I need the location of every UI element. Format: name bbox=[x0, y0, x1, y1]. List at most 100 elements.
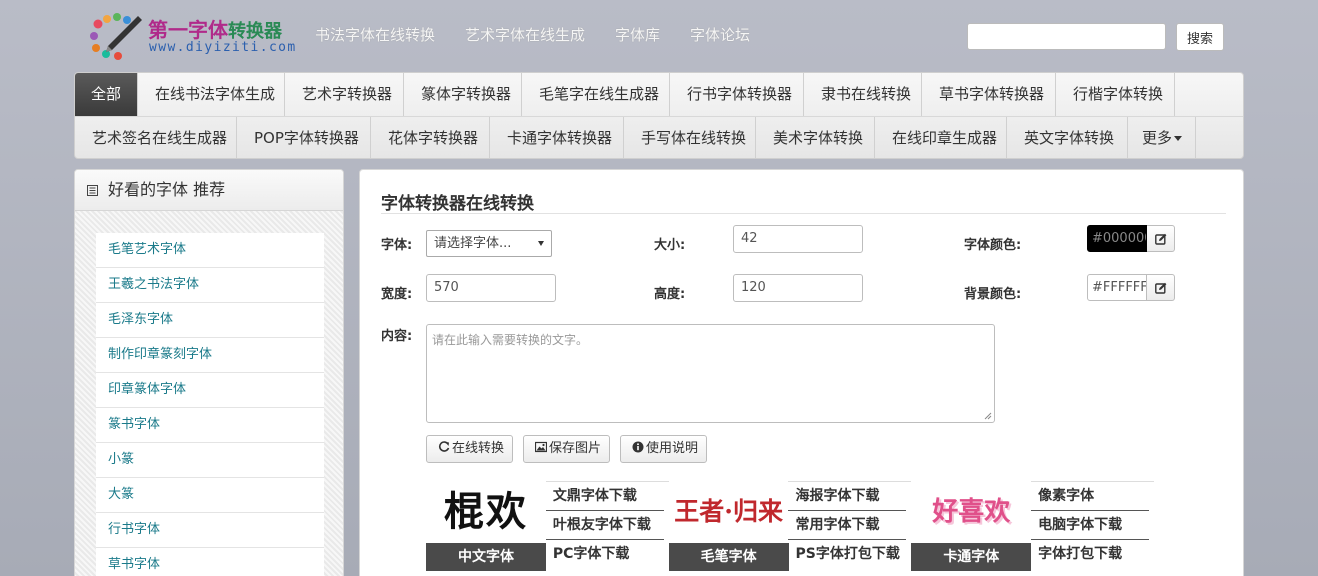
ad-link[interactable]: PC字体下载 bbox=[546, 540, 664, 569]
ad-art-text: 棍欢 bbox=[444, 488, 528, 535]
font-color-picker-button[interactable] bbox=[1147, 225, 1175, 252]
site-header: 第一字体转换器 www.diyiziti.com 书法字体在线转换 艺术字体在线… bbox=[0, 0, 1318, 70]
list-item: 印章篆体字体 bbox=[96, 373, 324, 408]
font-link[interactable]: 篆书字体 bbox=[108, 417, 160, 432]
font-link[interactable]: 小篆 bbox=[108, 452, 134, 467]
category-fancy-converter[interactable]: 花体字转换器 bbox=[371, 117, 490, 158]
more-label: 更多 bbox=[1142, 129, 1173, 147]
convert-button[interactable]: 在线转换 bbox=[426, 435, 514, 463]
list-item: 毛泽东字体 bbox=[96, 303, 324, 338]
site-logo[interactable]: 第一字体转换器 www.diyiziti.com bbox=[88, 10, 303, 62]
ad-chinese-font[interactable]: 棍欢 中文字体 bbox=[426, 481, 546, 571]
ad-link-group: 像素字体 电脑字体下载 字体打包下载 bbox=[1031, 481, 1154, 571]
ad-link[interactable]: 文鼎字体下载 bbox=[545, 482, 664, 511]
font-link[interactable]: 印章篆体字体 bbox=[108, 382, 186, 397]
font-link[interactable]: 毛笔艺术字体 bbox=[108, 242, 186, 257]
ad-link-group: 海报字体下载 常用字体下载 PS字体打包下载 bbox=[788, 481, 912, 571]
ad-link[interactable]: 海报字体下载 bbox=[788, 482, 907, 511]
ad-link[interactable]: 像素字体 bbox=[1031, 482, 1149, 511]
ad-link[interactable]: PS字体打包下载 bbox=[788, 540, 906, 569]
category-cartoon-converter[interactable]: 卡通字体转换器 bbox=[490, 117, 624, 158]
sidebar-title: 好看的字体 推荐 bbox=[108, 180, 226, 199]
category-all[interactable]: 全部 bbox=[75, 73, 138, 116]
caret-down-icon bbox=[1174, 136, 1183, 141]
bg-color-label: 背景颜色: bbox=[964, 287, 1022, 302]
category-art-converter[interactable]: 艺术字转换器 bbox=[285, 73, 404, 116]
help-button[interactable]: 使用说明 bbox=[620, 435, 708, 463]
ad-link[interactable]: 字体打包下载 bbox=[1031, 540, 1149, 569]
font-link[interactable]: 大篆 bbox=[108, 487, 134, 502]
category-brush-generator[interactable]: 毛笔字在线生成器 bbox=[522, 73, 670, 116]
category-english-converter[interactable]: 英文字体转换 bbox=[1007, 117, 1128, 158]
category-more-dropdown[interactable]: 更多 bbox=[1128, 117, 1196, 158]
font-color-input[interactable]: #000000 bbox=[1087, 225, 1147, 252]
content-textarea[interactable]: 请在此输入需要转换的文字。 bbox=[426, 324, 995, 423]
height-input[interactable]: 120 bbox=[733, 274, 863, 302]
convert-button-label: 在线转换 bbox=[452, 441, 505, 456]
category-calligraphy-generator[interactable]: 在线书法字体生成 bbox=[138, 73, 285, 116]
top-nav-art-font[interactable]: 艺术字体在线生成 bbox=[465, 24, 585, 45]
size-input[interactable]: 42 bbox=[733, 225, 863, 253]
recommended-font-list: 毛笔艺术字体 王羲之书法字体 毛泽东字体 制作印章篆刻字体 印章篆体字体 篆书字… bbox=[96, 233, 324, 576]
ad-link[interactable]: 电脑字体下载 bbox=[1031, 511, 1149, 540]
ad-caption: 毛笔字体 bbox=[668, 543, 789, 571]
category-pop-converter[interactable]: POP字体转换器 bbox=[237, 117, 371, 158]
category-cursive-converter[interactable]: 草书字体转换器 bbox=[922, 73, 1056, 116]
info-icon bbox=[632, 441, 644, 453]
font-link[interactable]: 制作印章篆刻字体 bbox=[108, 347, 212, 362]
ad-link[interactable]: 常用字体下载 bbox=[788, 511, 907, 540]
font-select[interactable]: 请选择字体... bbox=[426, 230, 552, 257]
title-divider bbox=[381, 213, 1226, 214]
category-nav: 全部 在线书法字体生成 艺术字转换器 篆体字转换器 毛笔字在线生成器 行书字体转… bbox=[74, 72, 1244, 159]
category-art-font-converter[interactable]: 美术字体转换 bbox=[756, 117, 875, 158]
category-stamp-generator[interactable]: 在线印章生成器 bbox=[875, 117, 1007, 158]
search-button[interactable]: 搜索 bbox=[1176, 23, 1224, 51]
bg-color-picker-button[interactable] bbox=[1147, 274, 1175, 301]
list-item: 毛笔艺术字体 bbox=[96, 233, 324, 268]
content-placeholder: 请在此输入需要转换的文字。 bbox=[432, 333, 589, 347]
category-signature-generator[interactable]: 艺术签名在线生成器 bbox=[75, 117, 237, 158]
top-nav-calligraphy[interactable]: 书法字体在线转换 bbox=[315, 24, 435, 45]
ad-art-text: 好喜欢 bbox=[932, 497, 1011, 527]
category-seal-script-converter[interactable]: 篆体字转换器 bbox=[404, 73, 522, 116]
converter-panel: 字体转换器在线转换 字体: 请选择字体... 大小: 42 字体颜色: #000… bbox=[359, 169, 1244, 576]
list-item: 篆书字体 bbox=[96, 408, 324, 443]
font-select-value: 请选择字体... bbox=[434, 236, 512, 251]
save-image-button[interactable]: 保存图片 bbox=[523, 435, 611, 463]
search-input[interactable] bbox=[967, 23, 1166, 50]
font-download-ads: 棍欢 中文字体 文鼎字体下载 叶根友字体下载 PC字体下载 王者·归来 毛笔字体… bbox=[426, 481, 1154, 571]
font-link[interactable]: 草书字体 bbox=[108, 557, 160, 572]
ad-link[interactable]: 叶根友字体下载 bbox=[545, 511, 664, 540]
category-row-2: 艺术签名在线生成器 POP字体转换器 花体字转换器 卡通字体转换器 手写体在线转… bbox=[75, 116, 1243, 158]
list-item: 草书字体 bbox=[96, 548, 324, 576]
refresh-icon bbox=[438, 441, 450, 452]
top-nav-font-forum[interactable]: 字体论坛 bbox=[690, 24, 750, 45]
page-title: 字体转换器在线转换 bbox=[381, 194, 534, 214]
width-input[interactable]: 570 bbox=[426, 274, 556, 302]
category-clerical-converter[interactable]: 隶书在线转换 bbox=[804, 73, 922, 116]
width-label: 宽度: bbox=[381, 287, 413, 302]
bg-color-input[interactable]: #FFFFFF bbox=[1087, 274, 1147, 301]
ad-link-group: 文鼎字体下载 叶根友字体下载 PC字体下载 bbox=[545, 481, 669, 571]
ad-brush-font[interactable]: 王者·归来 毛笔字体 bbox=[668, 481, 789, 571]
category-semi-cursive-converter[interactable]: 行楷字体转换 bbox=[1056, 73, 1175, 116]
ad-art-text: 王者·归来 bbox=[674, 497, 784, 526]
font-link[interactable]: 王羲之书法字体 bbox=[108, 277, 199, 292]
font-link[interactable]: 行书字体 bbox=[108, 522, 160, 537]
ad-cartoon-font[interactable]: 好喜欢 卡通字体 bbox=[911, 481, 1032, 571]
top-nav-font-library[interactable]: 字体库 bbox=[615, 24, 660, 45]
help-button-label: 使用说明 bbox=[646, 441, 699, 456]
sidebar-body: 毛笔艺术字体 王羲之书法字体 毛泽东字体 制作印章篆刻字体 印章篆体字体 篆书字… bbox=[75, 211, 343, 576]
category-running-script-converter[interactable]: 行书字体转换器 bbox=[670, 73, 804, 116]
edit-icon bbox=[1155, 233, 1167, 245]
category-handwriting-converter[interactable]: 手写体在线转换 bbox=[624, 117, 756, 158]
font-link[interactable]: 毛泽东字体 bbox=[108, 312, 173, 327]
size-label: 大小: bbox=[654, 238, 686, 253]
font-color-label: 字体颜色: bbox=[964, 238, 1022, 253]
list-icon bbox=[87, 185, 98, 196]
content-label: 内容: bbox=[381, 329, 413, 344]
height-label: 高度: bbox=[654, 287, 686, 302]
picture-icon bbox=[535, 441, 547, 453]
ad-caption: 卡通字体 bbox=[911, 543, 1032, 571]
resize-grip-icon[interactable] bbox=[984, 412, 992, 420]
